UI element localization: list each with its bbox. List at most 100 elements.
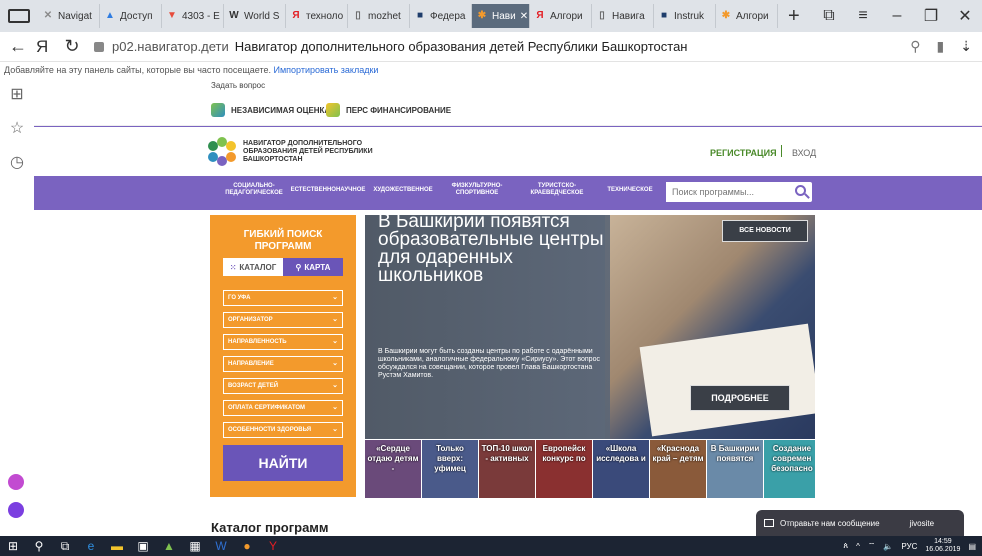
minimize-icon[interactable]: –: [880, 7, 914, 25]
register-link[interactable]: РЕГИСТРАЦИЯ: [710, 148, 777, 158]
close-tab-icon[interactable]: ✕: [520, 11, 528, 22]
chat-widget[interactable]: Отправьте нам сообщение jivosite: [756, 510, 964, 536]
program-search-input[interactable]: [666, 182, 786, 202]
tab-label: Алгори: [736, 10, 769, 22]
new-tab-button[interactable]: +: [788, 5, 800, 28]
ask-question-link[interactable]: Задать вопрос: [211, 81, 265, 90]
restore-icon[interactable]: ❐: [914, 6, 948, 26]
menu-natural-science[interactable]: ЕСТЕСТВЕННОНАУЧНОЕ: [290, 187, 366, 194]
store-icon[interactable]: ▣: [130, 536, 156, 556]
back-icon[interactable]: ←: [6, 36, 30, 57]
browser-tab[interactable]: W World S: [224, 4, 286, 28]
lock-icon[interactable]: [94, 41, 104, 52]
filter-select[interactable]: НАПРАВЛЕННОСТЬ ⌄: [223, 334, 343, 350]
task-view-icon[interactable]: ⧉: [52, 536, 78, 556]
news-thumbnail[interactable]: Только вверх: уфимец: [422, 440, 478, 498]
browser-tab[interactable]: ▯ mozhet: [348, 4, 410, 28]
close-window-icon[interactable]: ✕: [948, 6, 982, 26]
browser-tab[interactable]: ✱ Нави ✕: [472, 4, 530, 28]
funding-icon: [326, 103, 340, 117]
news-thumbnail[interactable]: «Сердце отдаю детям -: [365, 440, 421, 498]
browser-tab[interactable]: Я Алгори: [530, 4, 592, 28]
find-button[interactable]: НАЙТИ: [223, 445, 343, 481]
browser-tab[interactable]: ▼ 4303 - E: [162, 4, 224, 28]
tab-map[interactable]: ⚲ КАРТА: [283, 258, 343, 276]
news-thumbnail[interactable]: ТОП-10 школ - активных: [479, 440, 535, 498]
tab-favicon-icon: ✱: [721, 10, 731, 21]
browser-tab[interactable]: ✱ Алгори: [716, 4, 778, 28]
alice-icon[interactable]: [8, 474, 24, 490]
assistant-icon[interactable]: [8, 502, 24, 518]
network-icon[interactable]: ⌔: [868, 541, 876, 551]
volume-icon[interactable]: 🔈: [883, 542, 893, 551]
word-icon[interactable]: W: [208, 536, 234, 556]
news-thumbnail[interactable]: Европейск конкурс по: [536, 440, 592, 498]
browser-tab[interactable]: ■ Instruk: [654, 4, 716, 28]
chrome-icon[interactable]: ●: [234, 536, 260, 556]
clock[interactable]: 14:59 16.06.2019: [925, 538, 960, 554]
yandex-browser-icon[interactable]: Y: [260, 536, 286, 556]
news-thumbnail[interactable]: «Краснода край – детям: [650, 440, 706, 498]
filter-select-label: ОПЛАТА СЕРТИФИКАТОМ: [228, 405, 306, 411]
chevron-down-icon: ⌄: [332, 338, 338, 345]
personal-funding-link[interactable]: ПЕРС ФИНАНСИРОВАНИЕ: [326, 103, 451, 117]
filter-select[interactable]: НАПРАВЛЕНИЕ ⌄: [223, 356, 343, 372]
browser-tab[interactable]: ■ Федера: [410, 4, 472, 28]
tabs-menu-icon[interactable]: [8, 9, 30, 23]
people-icon[interactable]: ጰ: [843, 541, 848, 551]
read-more-button[interactable]: ПОДРОБНЕЕ: [690, 385, 790, 411]
address-host[interactable]: p02.навигатор.дети: [112, 39, 229, 54]
tab-catalog[interactable]: ⁙ КАТАЛОГ: [223, 258, 283, 276]
apps-grid-icon[interactable]: ⊞: [0, 78, 34, 112]
tab-label: Доступ: [120, 10, 153, 22]
news-thumbnail[interactable]: «Школа исследова и: [593, 440, 649, 498]
photos-icon[interactable]: ▲: [156, 536, 182, 556]
page-title[interactable]: Навигатор дополнительного образования де…: [235, 39, 688, 54]
calculator-icon[interactable]: ▦: [182, 536, 208, 556]
news-thumbnail[interactable]: Создание современ безопасно: [764, 440, 815, 498]
download-icon[interactable]: ⇣: [960, 38, 972, 55]
independent-rating-link[interactable]: НЕЗАВИСИМАЯ ОЦЕНКА: [211, 103, 330, 117]
tab-label: Федера: [430, 10, 466, 22]
chevron-down-icon: ⌄: [332, 294, 338, 301]
edge-icon[interactable]: e: [78, 536, 104, 556]
notifications-icon[interactable]: ▤: [968, 542, 976, 551]
news-headline[interactable]: В Башкирии появятся образовательные цент…: [378, 215, 608, 285]
file-explorer-icon[interactable]: ▬: [104, 536, 130, 556]
menu-sports[interactable]: ФИЗКУЛЬТУРНО- СПОРТИВНОЕ: [442, 183, 512, 197]
browser-tab[interactable]: ✕ Navigat: [38, 4, 100, 28]
login-link[interactable]: ВХОД: [792, 148, 816, 158]
history-clock-icon[interactable]: ◷: [0, 146, 34, 180]
favorites-star-icon[interactable]: ☆: [0, 112, 34, 146]
yandex-icon[interactable]: Я: [36, 37, 54, 57]
menu-social-pedagogical[interactable]: СОЦИАЛЬНО- ПЕДАГОГИЧЕСКОЕ: [224, 183, 284, 197]
tray-chevron-icon[interactable]: ^: [856, 542, 860, 551]
menu-tourism[interactable]: ТУРИСТСКО- КРАЕВЕДЧЕСКОЕ: [522, 183, 592, 197]
menu-technical[interactable]: ТЕХНИЧЕСКОЕ: [600, 187, 660, 194]
browser-menu-icon[interactable]: ≡: [846, 7, 880, 25]
search-taskbar-icon[interactable]: ⚲: [26, 536, 52, 556]
bookmark-icon[interactable]: ▮: [937, 38, 945, 55]
filter-select[interactable]: ВОЗРАСТ ДЕТЕЙ ⌄: [223, 378, 343, 394]
all-news-button[interactable]: ВСЕ НОВОСТИ: [722, 220, 808, 242]
filter-select[interactable]: ОРГАНИЗАТОР ⌄: [223, 312, 343, 328]
news-thumbnail[interactable]: В Башкирии появятся: [707, 440, 763, 498]
site-logo-text[interactable]: НАВИГАТОР ДОПОЛНИТЕЛЬНОГО ОБРАЗОВАНИЯ ДЕ…: [243, 140, 373, 164]
menu-artistic[interactable]: ХУДОЖЕСТВЕННОЕ: [370, 187, 436, 194]
search-icon[interactable]: [795, 185, 806, 196]
browser-tab[interactable]: ▯ Навига: [592, 4, 654, 28]
tabs-overview-icon[interactable]: ⧉: [812, 7, 846, 25]
browser-tab[interactable]: ▲ Доступ: [100, 4, 162, 28]
map-pin-icon: ⚲: [295, 262, 302, 272]
filter-select[interactable]: ОСОБЕННОСТИ ЗДОРОВЬЯ ⌄: [223, 422, 343, 438]
browser-tab[interactable]: Ятехноло: [286, 4, 348, 28]
language-indicator[interactable]: РУС: [901, 542, 917, 551]
filter-select[interactable]: ОПЛАТА СЕРТИФИКАТОМ ⌄: [223, 400, 343, 416]
filter-select[interactable]: ГО УФА ⌄: [223, 290, 343, 306]
reload-icon[interactable]: ↻: [60, 36, 84, 57]
protect-icon[interactable]: ⚲: [910, 38, 920, 55]
site-logo-icon[interactable]: [208, 137, 236, 166]
windows-start-icon[interactable]: ⊞: [0, 536, 26, 556]
import-bookmarks-link[interactable]: Импортировать закладки: [274, 65, 379, 75]
personal-funding-label: ПЕРС ФИНАНСИРОВАНИЕ: [346, 105, 452, 115]
